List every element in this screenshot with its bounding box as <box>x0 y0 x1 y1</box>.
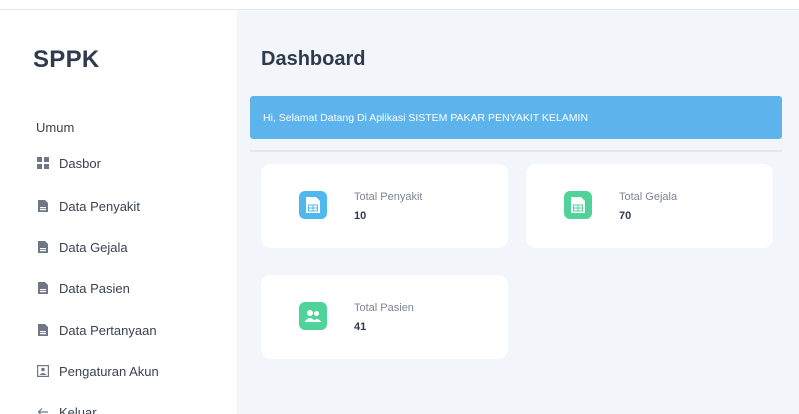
sidebar-item-label: Data Gejala <box>59 239 128 255</box>
divider <box>250 150 782 152</box>
welcome-alert-text: Hi, Selamat Datang Di Aplikasi SISTEM PA… <box>263 111 589 124</box>
sidebar-item-label: Pengaturan Akun <box>59 363 159 379</box>
main-content: Dashboard Hi, Selamat Datang Di Aplikasi… <box>237 10 799 414</box>
welcome-alert: Hi, Selamat Datang Di Aplikasi SISTEM PA… <box>250 96 782 139</box>
sidebar-item-data-pertanyaan[interactable]: Data Pertanyaan <box>37 320 157 340</box>
card-label: Total Gejala <box>619 191 678 203</box>
file-icon <box>37 200 49 212</box>
grid-icon <box>37 157 49 169</box>
card-label: Total Penyakit <box>354 191 423 203</box>
sidebar-item-data-gejala[interactable]: Data Gejala <box>37 237 128 257</box>
sidebar-item-data-penyakit[interactable]: Data Penyakit <box>37 196 140 216</box>
card-value: 70 <box>619 210 632 222</box>
sidebar: SPPK Umum Dasbor Data Penyakit Data Geja… <box>0 10 237 414</box>
sidebar-item-label: Dasbor <box>59 155 101 171</box>
sidebar-item-dasbor[interactable]: Dasbor <box>37 153 101 173</box>
sidebar-item-keluar[interactable]: Keluar <box>37 402 97 414</box>
user-card-icon <box>37 365 49 377</box>
page-title: Dashboard <box>261 48 366 70</box>
card-value: 41 <box>354 321 367 333</box>
card-total-gejala[interactable]: Total Gejala 70 <box>526 164 773 248</box>
card-total-pasien[interactable]: Total Pasien 41 <box>261 275 508 359</box>
sidebar-item-label: Data Penyakit <box>59 198 140 214</box>
sidebar-item-pengaturan-akun[interactable]: Pengaturan Akun <box>37 361 159 381</box>
menu-heading: Umum <box>36 120 75 135</box>
brand-logo: SPPK <box>33 46 100 73</box>
sidebar-item-label: Data Pertanyaan <box>59 322 157 338</box>
sidebar-item-label: Data Pasien <box>59 280 130 296</box>
file-icon <box>37 282 49 294</box>
file-icon <box>37 324 49 336</box>
sidebar-item-label: Keluar <box>59 404 97 414</box>
users-icon <box>299 302 327 330</box>
arrow-left-icon <box>37 406 49 414</box>
card-total-penyakit[interactable]: Total Penyakit 10 <box>261 164 508 248</box>
sidebar-item-data-pasien[interactable]: Data Pasien <box>37 278 130 298</box>
card-label: Total Pasien <box>354 302 414 314</box>
file-icon <box>37 241 49 253</box>
table-file-icon <box>564 191 592 219</box>
card-value: 10 <box>354 210 367 222</box>
table-file-icon <box>299 191 327 219</box>
